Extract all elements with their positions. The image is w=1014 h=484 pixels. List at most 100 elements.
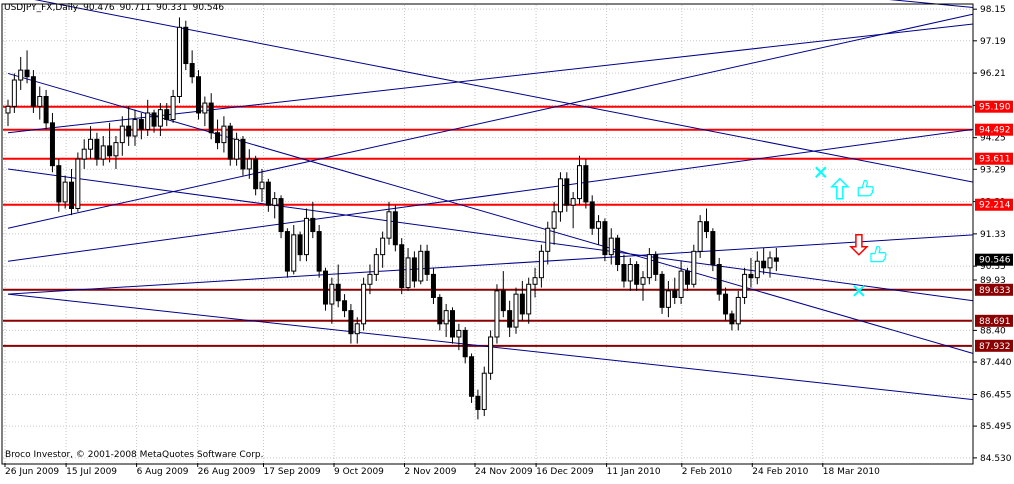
candle-body bbox=[303, 217, 309, 256]
candle-body bbox=[723, 293, 729, 315]
candle-body bbox=[761, 260, 767, 269]
symbol-label: USDJPY_FX,Daily bbox=[4, 3, 79, 13]
candle-body bbox=[62, 181, 68, 203]
y-tick-label: 91.33 bbox=[980, 230, 1006, 240]
level-label: 89.633 bbox=[979, 286, 1011, 296]
candle-body bbox=[291, 234, 297, 272]
candle-body bbox=[583, 165, 589, 203]
candle-body bbox=[430, 273, 436, 298]
x-tick-label: 2 Nov 2009 bbox=[405, 467, 457, 477]
candle-body bbox=[729, 313, 735, 325]
candle-body bbox=[240, 138, 246, 170]
level-label: 95.190 bbox=[979, 103, 1011, 113]
x-tick-label: 26 Aug 2009 bbox=[198, 467, 256, 477]
candle-body bbox=[704, 221, 709, 233]
candle-body bbox=[329, 283, 335, 305]
candle-body bbox=[265, 181, 271, 206]
candle-body bbox=[500, 290, 506, 312]
x-tick-label: 6 Aug 2009 bbox=[137, 467, 189, 477]
x-tick-label: 2 Feb 2010 bbox=[682, 467, 733, 477]
candle-body bbox=[24, 69, 30, 78]
candle-body bbox=[145, 112, 151, 130]
candle-body bbox=[532, 277, 538, 285]
level-label: 88.691 bbox=[979, 317, 1011, 327]
candle-body bbox=[462, 329, 468, 358]
candle-body bbox=[354, 323, 360, 335]
x-tick-label: 24 Feb 2010 bbox=[752, 467, 808, 477]
candle-body bbox=[49, 122, 55, 167]
candle-body bbox=[316, 231, 322, 272]
candle-body bbox=[767, 257, 773, 269]
candle-body bbox=[557, 178, 563, 213]
candle-body bbox=[773, 257, 779, 262]
y-tick-label: 93.29 bbox=[980, 165, 1006, 175]
candle-body bbox=[94, 138, 100, 160]
x-tick-label: 16 Dec 2009 bbox=[536, 467, 594, 477]
candle-body bbox=[513, 293, 519, 328]
candle-body bbox=[456, 329, 462, 338]
candle-body bbox=[596, 221, 602, 229]
candle-body bbox=[11, 79, 17, 107]
candle-body bbox=[348, 310, 354, 335]
ohlc-low: 90.331 bbox=[156, 3, 188, 13]
candle-body bbox=[75, 158, 81, 210]
chart-header: USDJPY_FX,Daily 90.476 90.711 90.331 90.546 bbox=[4, 3, 229, 13]
candle-body bbox=[157, 109, 163, 127]
candle-body bbox=[323, 270, 328, 305]
candle-body bbox=[164, 109, 170, 121]
candle-body bbox=[640, 277, 646, 285]
candle-body bbox=[659, 273, 665, 308]
candle-body bbox=[43, 95, 49, 124]
level-label: 94.492 bbox=[979, 126, 1011, 136]
candle-body bbox=[742, 273, 748, 298]
candle-body bbox=[399, 244, 405, 289]
candle-body bbox=[126, 125, 132, 137]
candle-body bbox=[678, 270, 684, 298]
candle-body bbox=[380, 237, 386, 256]
candle-body bbox=[608, 237, 614, 256]
candle-body bbox=[392, 211, 398, 246]
candle-body bbox=[253, 158, 259, 190]
candle-body bbox=[602, 221, 608, 256]
current-price-label: 90.546 bbox=[979, 256, 1011, 266]
candle-body bbox=[113, 142, 119, 157]
candle-body bbox=[450, 310, 455, 338]
candle-body bbox=[691, 250, 697, 285]
candle-body bbox=[494, 290, 500, 338]
candle-body bbox=[405, 257, 411, 289]
candle-body bbox=[716, 264, 722, 295]
candle-body bbox=[443, 310, 449, 325]
candle-body bbox=[215, 132, 221, 144]
chart-root: 98.1597.1996.2195.2394.2593.2992.3191.33… bbox=[0, 0, 1014, 480]
candle-body bbox=[151, 112, 157, 127]
candle-body bbox=[81, 148, 87, 160]
candle-body bbox=[100, 145, 106, 160]
candle-body bbox=[418, 250, 424, 282]
ohlc-open: 90.476 bbox=[83, 3, 115, 13]
candle-body bbox=[589, 201, 595, 229]
candle-body bbox=[170, 95, 176, 121]
candle-body bbox=[615, 237, 621, 266]
y-tick-label: 98.15 bbox=[980, 5, 1006, 15]
candle-body bbox=[653, 254, 659, 275]
candle-body bbox=[107, 145, 113, 157]
candle-body bbox=[5, 105, 11, 114]
candle-body bbox=[361, 283, 367, 325]
candle-body bbox=[672, 290, 678, 298]
candle-body bbox=[386, 211, 392, 239]
candle-body bbox=[475, 395, 481, 410]
y-tick-label: 87.440 bbox=[980, 358, 1012, 368]
candle-body bbox=[665, 290, 671, 308]
y-tick-label: 86.455 bbox=[980, 390, 1012, 400]
candle-body bbox=[545, 227, 551, 252]
candle-body bbox=[246, 158, 252, 170]
candle-body bbox=[748, 273, 754, 279]
candle-body bbox=[577, 165, 582, 200]
candle-body bbox=[18, 69, 24, 81]
candle-body bbox=[570, 198, 576, 206]
copyright-text: Broco Investor, © 2001-2008 MetaQuotes S… bbox=[5, 450, 264, 460]
candle-body bbox=[507, 310, 513, 328]
candle-body bbox=[284, 231, 290, 272]
candle-body bbox=[481, 372, 487, 410]
candle-body bbox=[138, 119, 144, 130]
